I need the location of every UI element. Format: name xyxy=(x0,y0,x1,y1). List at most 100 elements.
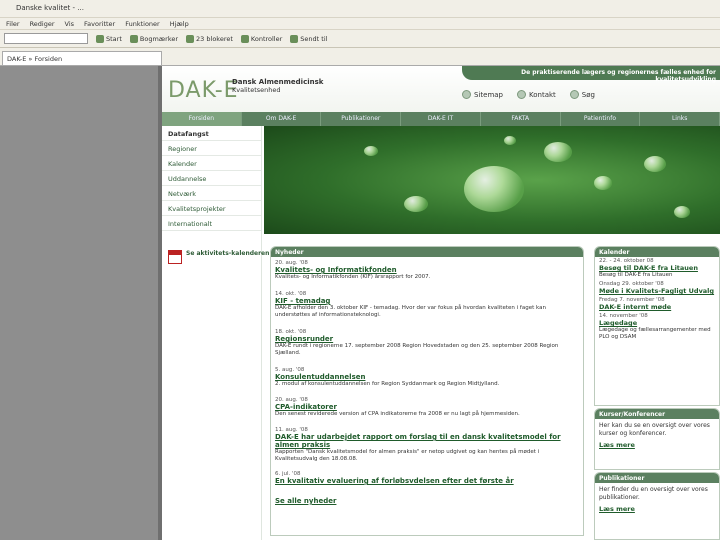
search-link[interactable]: Søg xyxy=(569,90,595,99)
courses-panel: Kurser/Konferencer Her kan du se en over… xyxy=(594,408,720,470)
news-item: 14. okt. '08 KIF - temadag DAK-E afholde… xyxy=(275,291,581,319)
water-drop xyxy=(504,136,516,145)
nav-fakta[interactable]: FAKTA xyxy=(481,112,561,126)
water-drop xyxy=(404,196,428,212)
sitemap-link[interactable]: Sitemap xyxy=(462,90,503,99)
window-title: Danske kvalitet - ... xyxy=(16,4,84,12)
event-link[interactable]: Lægedage xyxy=(599,319,715,327)
news-link[interactable]: Konsulentuddannelsen xyxy=(275,373,581,381)
sidebar-item-kalender[interactable]: Kalender xyxy=(162,156,261,171)
water-drop xyxy=(674,206,690,218)
courses-header: Kurser/Konferencer xyxy=(595,409,719,419)
bookmark-icon xyxy=(129,34,138,43)
sidebar: Datafangst Regioner Kalender Uddannelse … xyxy=(162,126,262,540)
water-drop xyxy=(594,176,612,190)
see-all-news-link[interactable]: Se alle nyheder xyxy=(275,497,336,505)
news-link[interactable]: Kvalitets- og Informatikfonden xyxy=(275,266,581,274)
web-page: DAK-E Dansk Almenmedicinsk Kvalitetsenhe… xyxy=(162,66,720,540)
nav-links[interactable]: Links xyxy=(640,112,720,126)
water-drop xyxy=(644,156,666,172)
news-link[interactable]: KIF - temadag xyxy=(275,297,581,305)
menu-edit[interactable]: Rediger xyxy=(30,20,55,28)
empty-pane xyxy=(0,66,160,540)
event-item: 14. november '08 Lægedage Lægedage og fæ… xyxy=(595,312,719,342)
publications-header: Publikationer xyxy=(595,473,719,483)
news-link[interactable]: CPA-indikatorer xyxy=(275,403,581,411)
water-drop xyxy=(364,146,378,156)
browser-tab[interactable]: DAK-E » Forsiden xyxy=(2,51,162,65)
contact-link[interactable]: Kontakt xyxy=(517,90,556,99)
org-name: Dansk Almenmedicinsk xyxy=(232,78,324,86)
contact-icon xyxy=(517,90,526,99)
calendar-cta[interactable]: Se aktivitets-kalenderen xyxy=(168,250,269,264)
popup-blocked-icon xyxy=(186,34,195,43)
tagline: De praktiserende lægers og regionernes f… xyxy=(462,66,720,83)
utility-links: Sitemap Kontakt Søg xyxy=(462,90,595,99)
site-header: DAK-E Dansk Almenmedicinsk Kvalitetsenhe… xyxy=(162,66,720,112)
sidebar-item-internationalt[interactable]: Internationalt xyxy=(162,216,261,231)
event-item: 22. - 24. oktober 08 Besøg til DAK-E fra… xyxy=(595,257,719,280)
event-item: Onsdag 29. oktober '08 Møde i Kvalitets-… xyxy=(599,281,715,295)
main-nav: Forsiden Om DAK-E Publikationer DAK-E IT… xyxy=(162,112,720,126)
event-link[interactable]: Besøg til DAK-E fra Litauen xyxy=(599,264,715,272)
toolbar-start[interactable]: Start xyxy=(96,34,122,43)
nav-forsiden[interactable]: Forsiden xyxy=(162,112,242,126)
calendar-cta-label: Se aktivitets-kalenderen xyxy=(186,250,270,257)
nav-publikationer[interactable]: Publikationer xyxy=(321,112,402,126)
news-header: Nyheder xyxy=(271,247,583,257)
menu-bar: Filer Rediger Vis Favoritter Funktioner … xyxy=(0,18,720,30)
toolbar-bookmarks[interactable]: Bogmærker xyxy=(129,34,178,43)
menu-tools[interactable]: Funktioner xyxy=(125,20,160,28)
calendar-panel: Kalender 22. - 24. oktober 08 Besøg til … xyxy=(594,246,720,406)
calendar-header: Kalender xyxy=(595,247,719,257)
tab-bar: DAK-E » Forsiden xyxy=(0,48,720,66)
sidebar-item-datafangst[interactable]: Datafangst xyxy=(162,126,261,141)
publications-read-more-link[interactable]: Læs mere xyxy=(595,505,719,513)
sitemap-icon xyxy=(462,90,471,99)
toolbar-blocked[interactable]: 23 blokeret xyxy=(186,34,233,43)
news-link[interactable]: DAK-E har udarbejdet rapport om forslag … xyxy=(275,433,581,449)
toolbar-send[interactable]: Sendt til xyxy=(290,34,327,43)
menu-favorites[interactable]: Favoritter xyxy=(84,20,115,28)
hero-image xyxy=(264,126,720,234)
site-logo[interactable]: DAK-E xyxy=(168,78,239,103)
start-icon xyxy=(96,34,104,43)
nav-om[interactable]: Om DAK-E xyxy=(242,112,322,126)
sidebar-item-regioner[interactable]: Regioner xyxy=(162,141,261,156)
courses-read-more-link[interactable]: Læs mere xyxy=(595,441,719,449)
news-item: 18. okt. '08 Regionsrunder DAK-E rundt i… xyxy=(275,329,581,357)
publications-panel: Publikationer Her finder du en oversigt … xyxy=(594,472,720,540)
sidebar-item-kvalitetsprojekter[interactable]: Kvalitetsprojekter xyxy=(162,201,261,216)
sidebar-item-uddannelse[interactable]: Uddannelse xyxy=(162,171,261,186)
address-bar[interactable] xyxy=(4,33,88,44)
nav-it[interactable]: DAK-E IT xyxy=(401,112,481,126)
news-item: 20. aug. '08 CPA-indikatorer Den senest … xyxy=(275,397,581,418)
toolbar-check[interactable]: Kontroller xyxy=(240,34,282,43)
water-drop xyxy=(464,166,524,212)
browser-toolbar: Start Bogmærker 23 blokeret Kontroller S… xyxy=(0,30,720,48)
menu-view[interactable]: Vis xyxy=(65,20,75,28)
calendar-icon xyxy=(168,250,182,264)
publications-text: Her finder du en oversigt over vores pub… xyxy=(599,486,708,501)
event-link[interactable]: DAK-E internt møde xyxy=(599,303,715,311)
send-icon xyxy=(290,34,299,43)
event-item: Fredag 7. november '08 DAK-E internt mød… xyxy=(595,296,719,312)
news-panel: Nyheder 20. aug. '08 Kvalitets- og Infor… xyxy=(270,246,584,536)
menu-help[interactable]: Hjælp xyxy=(170,20,189,28)
search-icon xyxy=(569,90,579,99)
courses-text: Her kan du se en oversigt over vores kur… xyxy=(599,422,710,437)
water-drop xyxy=(544,142,572,162)
news-item: 6. jul. '08 En kvalitativ evaluering af … xyxy=(275,471,581,485)
sidebar-item-netvaerk[interactable]: Netværk xyxy=(162,186,261,201)
news-item: 5. aug. '08 Konsulentuddannelsen 2. modu… xyxy=(275,367,581,388)
browser-titlebar: Danske kvalitet - ... xyxy=(0,0,720,18)
news-link[interactable]: En kvalitativ evaluering af forløbsvdels… xyxy=(275,477,581,485)
news-item: 11. aug. '08 DAK-E har udarbejdet rappor… xyxy=(275,427,581,463)
check-icon xyxy=(240,34,249,43)
news-item: 20. aug. '08 Kvalitets- og Informatikfon… xyxy=(275,260,581,281)
news-link[interactable]: Regionsrunder xyxy=(275,335,581,343)
nav-patientinfo[interactable]: Patientinfo xyxy=(561,112,641,126)
menu-file[interactable]: Filer xyxy=(6,20,20,28)
org-subname: Kvalitetsenhed xyxy=(232,86,281,94)
event-link[interactable]: Møde i Kvalitets-Fagligt Udvalg xyxy=(599,287,715,295)
